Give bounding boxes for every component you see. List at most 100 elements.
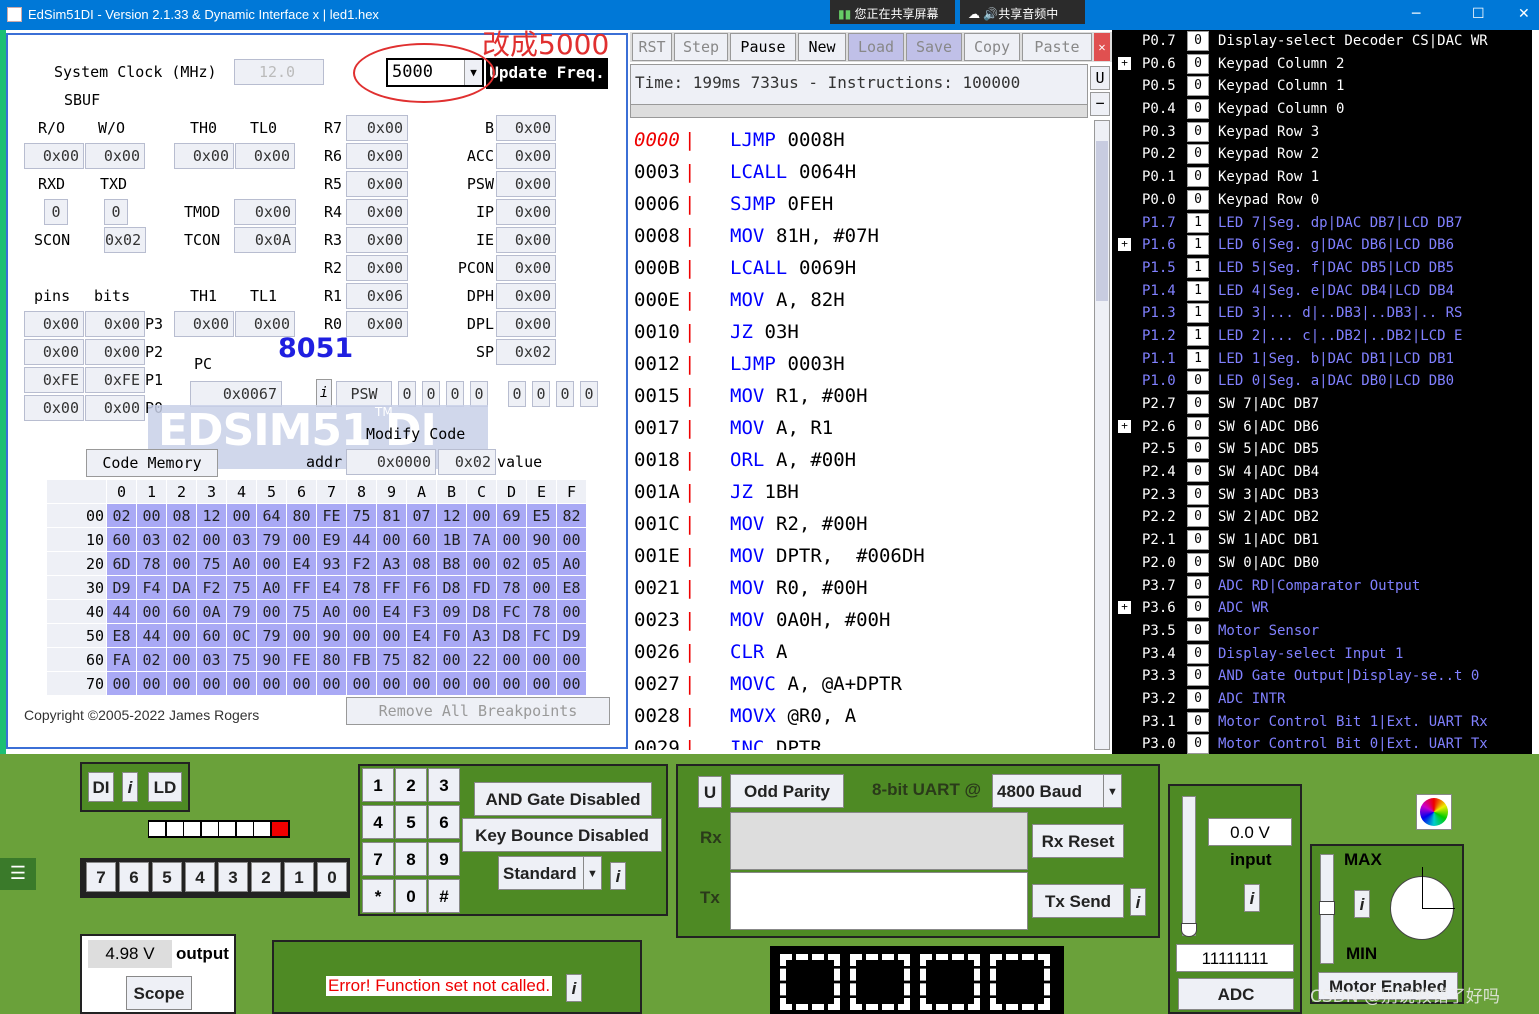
pc-value[interactable]: 0x0067 (190, 381, 282, 407)
sfr-value[interactable]: 0x00 (496, 199, 556, 225)
memory-cell[interactable]: E4 (316, 575, 347, 600)
sfr-value[interactable]: 0x00 (496, 311, 556, 337)
tcon-value[interactable]: 0x0A (234, 227, 296, 253)
memory-cell[interactable]: D8 (436, 575, 467, 600)
disasm-line[interactable]: 001C | MOV R2, #00H (634, 508, 1084, 540)
memory-cell[interactable]: 00 (316, 671, 347, 696)
pin-value[interactable]: 0 (1187, 598, 1209, 619)
uart-u-button[interactable]: U (698, 776, 722, 808)
addr-input[interactable]: 0x0000 (346, 449, 436, 475)
memory-cell[interactable]: A0 (256, 575, 287, 600)
memory-cell[interactable]: 00 (346, 623, 377, 648)
memory-cell[interactable]: D9 (556, 623, 587, 648)
memory-cell[interactable]: 79 (256, 623, 287, 648)
disasm-line[interactable]: 0029 | INC DPTR (634, 732, 1084, 750)
keypad-info-button[interactable]: i (610, 862, 626, 890)
switch-1[interactable]: 1 (284, 862, 314, 892)
scope-button[interactable]: Scope (126, 976, 192, 1010)
memory-cell[interactable]: 00 (106, 671, 137, 696)
register-value[interactable]: 0x00 (346, 143, 408, 169)
memory-cell[interactable]: D9 (106, 575, 137, 600)
disasm-line[interactable]: 0017 | MOV A, R1 (634, 412, 1084, 444)
pin-value[interactable]: 0 (1187, 76, 1209, 97)
key-bounce-button[interactable]: Key Bounce Disabled (462, 818, 662, 852)
memory-cell[interactable]: 75 (346, 503, 377, 528)
switch-7[interactable]: 7 (86, 862, 116, 892)
memory-cell[interactable]: FC (526, 623, 557, 648)
screen-share-indicator[interactable]: ▮▮ 您正在共享屏幕 (830, 0, 955, 24)
memory-cell[interactable]: 1B (436, 527, 467, 552)
disasm-line[interactable]: 0003 | LCALL 0064H (634, 156, 1084, 188)
sbuf-wo-value[interactable]: 0x00 (85, 143, 145, 169)
memory-cell[interactable]: 00 (436, 647, 467, 672)
memory-cell[interactable]: E9 (316, 527, 347, 552)
scon-value[interactable]: 0x02 (104, 227, 146, 253)
memory-cell[interactable]: 0A (196, 599, 227, 624)
memory-cell[interactable]: 00 (136, 599, 167, 624)
tx-send-button[interactable]: Tx Send (1032, 884, 1124, 918)
memory-cell[interactable]: E8 (106, 623, 137, 648)
memory-cell[interactable]: 00 (556, 527, 587, 552)
memory-cell[interactable]: 60 (106, 527, 137, 552)
memory-cell[interactable]: 75 (376, 647, 407, 672)
memory-cell[interactable]: 75 (286, 599, 317, 624)
memory-cell[interactable]: 22 (466, 647, 497, 672)
pin-value[interactable]: 0 (1187, 552, 1209, 573)
rx-reset-button[interactable]: Rx Reset (1032, 824, 1124, 858)
memory-cell[interactable]: 00 (196, 671, 227, 696)
scroll-thumb[interactable] (1096, 141, 1108, 301)
memory-cell[interactable]: 00 (256, 551, 287, 576)
memory-cell[interactable]: 93 (316, 551, 347, 576)
memory-cell[interactable]: 44 (106, 599, 137, 624)
memory-cell[interactable]: 00 (166, 551, 197, 576)
pin-value[interactable]: 0 (1187, 620, 1209, 641)
port-pins-value[interactable]: 0xFE (24, 367, 84, 393)
psw-info-button[interactable]: i (316, 379, 332, 407)
di-button[interactable]: DI (88, 772, 114, 802)
memory-cell[interactable]: FC (496, 599, 527, 624)
memory-cell[interactable]: 79 (256, 527, 287, 552)
register-value[interactable]: 0x00 (346, 255, 408, 281)
disasm-line[interactable]: 000B | LCALL 0069H (634, 252, 1084, 284)
psw-bit[interactable]: 0 (508, 381, 526, 407)
u-button[interactable]: U (1090, 66, 1110, 90)
memory-cell[interactable]: 09 (436, 599, 467, 624)
memory-cell[interactable]: 00 (346, 671, 377, 696)
memory-cell[interactable]: 00 (376, 671, 407, 696)
ld-button[interactable]: LD (148, 772, 182, 802)
switch-5[interactable]: 5 (152, 862, 182, 892)
close-button[interactable]: ✕ (1518, 6, 1530, 22)
pin-value[interactable]: 1 (1187, 212, 1209, 233)
pin-value[interactable]: 0 (1187, 462, 1209, 483)
port-pins-value[interactable]: 0x00 (24, 339, 84, 365)
memory-cell[interactable]: 60 (406, 527, 437, 552)
memory-cell[interactable]: 02 (136, 647, 167, 672)
memory-cell[interactable]: 00 (136, 671, 167, 696)
disasm-line[interactable]: 0006 | SJMP 0FEH (634, 188, 1084, 220)
expand-icon[interactable]: + (1118, 419, 1131, 433)
memory-cell[interactable]: 78 (346, 575, 377, 600)
memory-cell[interactable]: F0 (436, 623, 467, 648)
memory-cell[interactable]: 80 (316, 647, 347, 672)
memory-cell[interactable]: 00 (496, 671, 527, 696)
memory-cell[interactable]: 05 (526, 551, 557, 576)
memory-cell[interactable]: F4 (136, 575, 167, 600)
sfr-value[interactable]: 0x00 (496, 283, 556, 309)
memory-cell[interactable]: A3 (376, 551, 407, 576)
adc-button[interactable]: ADC (1178, 978, 1294, 1010)
maximize-button[interactable]: ☐ (1472, 6, 1485, 22)
keypad-key-#[interactable]: # (428, 879, 460, 913)
motor-slider-thumb[interactable] (1319, 901, 1335, 915)
memory-cell[interactable]: 75 (196, 551, 227, 576)
memory-cell[interactable]: 00 (376, 623, 407, 648)
pin-value[interactable]: 1 (1187, 303, 1209, 324)
memory-cell[interactable]: 82 (406, 647, 437, 672)
memory-cell[interactable]: FD (466, 575, 497, 600)
pin-value[interactable]: 1 (1187, 257, 1209, 278)
memory-cell[interactable]: 81 (376, 503, 407, 528)
rx-textarea[interactable] (730, 812, 1028, 870)
disasm-line[interactable]: 0018 | ORL A, #00H (634, 444, 1084, 476)
memory-cell[interactable]: 12 (436, 503, 467, 528)
sfr-value[interactable]: 0x00 (496, 227, 556, 253)
pin-value[interactable]: 0 (1187, 394, 1209, 414)
